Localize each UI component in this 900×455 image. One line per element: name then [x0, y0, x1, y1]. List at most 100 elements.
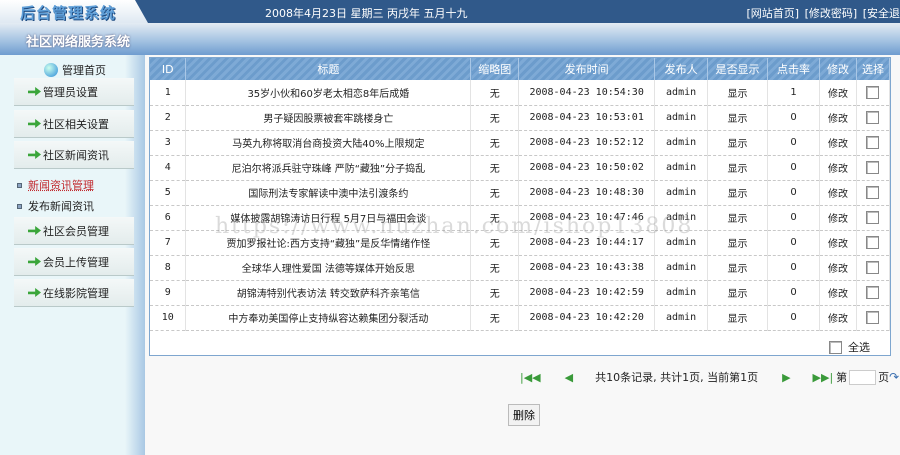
row-title: 贾加罗报社论:西方支持“藏独”是反华情绪作怪: [185, 230, 472, 256]
sidebar-item-label: 社区新闻资讯: [43, 148, 109, 162]
column-header: 点击率: [767, 58, 820, 80]
row-select[interactable]: [856, 280, 891, 306]
row-publish-time: 2008-04-23 10:42:59: [518, 280, 656, 306]
go-icon[interactable]: ↷: [889, 370, 899, 384]
select-all[interactable]: 全选: [829, 339, 870, 355]
sidebar-item-label: 社区会员管理: [43, 224, 109, 238]
column-header: 修改: [819, 58, 857, 80]
edit-link[interactable]: 修改: [819, 180, 857, 206]
row-checkbox[interactable]: [866, 236, 880, 249]
edit-link[interactable]: 修改: [819, 80, 857, 106]
sidebar-sub-label: 新闻资讯管理: [28, 179, 94, 192]
row-clicks: 0: [767, 255, 820, 281]
arrow-icon: [28, 119, 41, 128]
row-title: 全球华人理性爱国 法德等媒体开始反思: [185, 255, 472, 281]
row-clicks: 0: [767, 305, 820, 331]
sidebar-item-member-manage[interactable]: 社区会员管理: [14, 217, 134, 245]
next-page-icon[interactable]: ▶: [782, 371, 790, 384]
date-text: 2008年4月23日 星期三 丙戌年 五月十九: [265, 7, 468, 20]
edit-link[interactable]: 修改: [819, 255, 857, 281]
sidebar-item-label: 社区相关设置: [43, 117, 109, 131]
row-select[interactable]: [856, 255, 891, 281]
edit-link[interactable]: 修改: [819, 205, 857, 231]
globe-icon: [44, 63, 58, 77]
link-logout[interactable]: [安全退: [863, 7, 900, 20]
sidebar-item-upload-manage[interactable]: 会员上传管理: [14, 248, 134, 276]
row-select[interactable]: [856, 105, 891, 131]
row-id: 5: [150, 180, 187, 206]
row-select[interactable]: [856, 305, 891, 331]
sidebar-item-cinema-manage[interactable]: 在线影院管理: [14, 279, 134, 307]
column-header: 缩略图: [470, 58, 520, 80]
row-checkbox[interactable]: [866, 211, 880, 224]
row-visibility: 显示: [707, 230, 769, 256]
row-select[interactable]: [856, 230, 891, 256]
row-select[interactable]: [856, 80, 891, 106]
table-row: 5 国际刑法专家解读中澳中法引渡条约无 2008-04-23 10:48:30 adm…: [150, 180, 891, 206]
row-checkbox[interactable]: [866, 286, 880, 299]
row-checkbox[interactable]: [866, 85, 880, 99]
row-checkbox[interactable]: [866, 261, 880, 274]
row-thumbnail: 无: [470, 105, 520, 131]
select-all-checkbox[interactable]: [829, 340, 842, 354]
sidebar-sub-publish-news[interactable]: 发布新闻资讯: [17, 198, 94, 214]
logo: 后台管理系统: [20, 4, 117, 22]
row-clicks: 0: [767, 155, 820, 181]
pager-info: 共10条记录, 共计1页, 当前第1页: [595, 371, 759, 384]
row-select[interactable]: [856, 180, 891, 206]
edit-link[interactable]: 修改: [819, 155, 857, 181]
edit-link[interactable]: 修改: [819, 105, 857, 131]
sidebar-item-community-news[interactable]: 社区新闻资讯: [14, 141, 134, 169]
row-id: 8: [150, 255, 187, 281]
row-checkbox[interactable]: [866, 311, 880, 324]
row-publisher: admin: [654, 305, 709, 331]
sidebar-item-community-settings[interactable]: 社区相关设置: [14, 110, 134, 138]
system-banner: 社区网络服务系统: [0, 23, 900, 55]
row-select[interactable]: [856, 130, 891, 156]
row-title: 马英九称将取消台商投资大陆40%上限规定: [185, 130, 472, 156]
column-header: ID: [150, 58, 187, 80]
prev-page-icon[interactable]: ◀: [565, 371, 573, 384]
row-checkbox[interactable]: [866, 161, 880, 174]
table-row: 1 35岁小伙和60岁老太相恋8年后成婚无 2008-04-23 10:54:30 a…: [150, 80, 891, 106]
row-checkbox[interactable]: [866, 111, 880, 124]
row-title: 尼泊尔将派兵驻守珠峰 严防“藏独”分子捣乱: [185, 155, 472, 181]
row-visibility: 显示: [707, 255, 769, 281]
edit-link[interactable]: 修改: [819, 280, 857, 306]
table-row: 10 中方奉劝美国停止支持纵容达赖集团分裂活动无 2008-04-23 10:42:…: [150, 305, 891, 331]
edit-link[interactable]: 修改: [819, 230, 857, 256]
row-publisher: admin: [654, 280, 709, 306]
edit-link[interactable]: 修改: [819, 305, 857, 331]
link-site-home[interactable]: [网站首页]: [747, 7, 800, 20]
column-header: 是否显示: [707, 58, 769, 80]
sidebar-sub-news-manage[interactable]: 新闻资讯管理: [17, 177, 94, 193]
row-checkbox[interactable]: [866, 136, 880, 149]
link-change-password[interactable]: [修改密码]: [805, 7, 858, 20]
row-select[interactable]: [856, 155, 891, 181]
bullet-icon: [17, 203, 22, 209]
arrow-icon: [28, 226, 41, 235]
row-visibility: 显示: [707, 305, 769, 331]
row-title: 媒体披露胡锦涛访日行程 5月7日与福田会谈: [185, 205, 472, 231]
row-visibility: 显示: [707, 180, 769, 206]
row-publisher: admin: [654, 130, 709, 156]
arrow-icon: [28, 150, 41, 159]
row-checkbox[interactable]: [866, 186, 880, 199]
row-select[interactable]: [856, 205, 891, 231]
sidebar-home-label: 管理首页: [62, 64, 106, 77]
sidebar-home[interactable]: 管理首页: [44, 62, 106, 78]
first-page-icon[interactable]: |◀◀: [520, 371, 541, 384]
delete-button[interactable]: 删除: [508, 404, 540, 426]
row-id: 2: [150, 105, 187, 131]
row-clicks: 0: [767, 130, 820, 156]
edit-link[interactable]: 修改: [819, 130, 857, 156]
last-page-icon[interactable]: ▶▶|: [813, 371, 834, 384]
sidebar-item-admin-settings[interactable]: 管理员设置: [14, 78, 134, 106]
table-row: 6 媒体披露胡锦涛访日行程 5月7日与福田会谈无 2008-04-23 10:47:…: [150, 205, 891, 231]
row-clicks: 0: [767, 180, 820, 206]
page-number-input[interactable]: [849, 369, 877, 385]
row-publisher: admin: [654, 205, 709, 231]
row-visibility: 显示: [707, 280, 769, 306]
sidebar-item-label: 会员上传管理: [43, 255, 109, 269]
row-visibility: 显示: [707, 80, 769, 106]
